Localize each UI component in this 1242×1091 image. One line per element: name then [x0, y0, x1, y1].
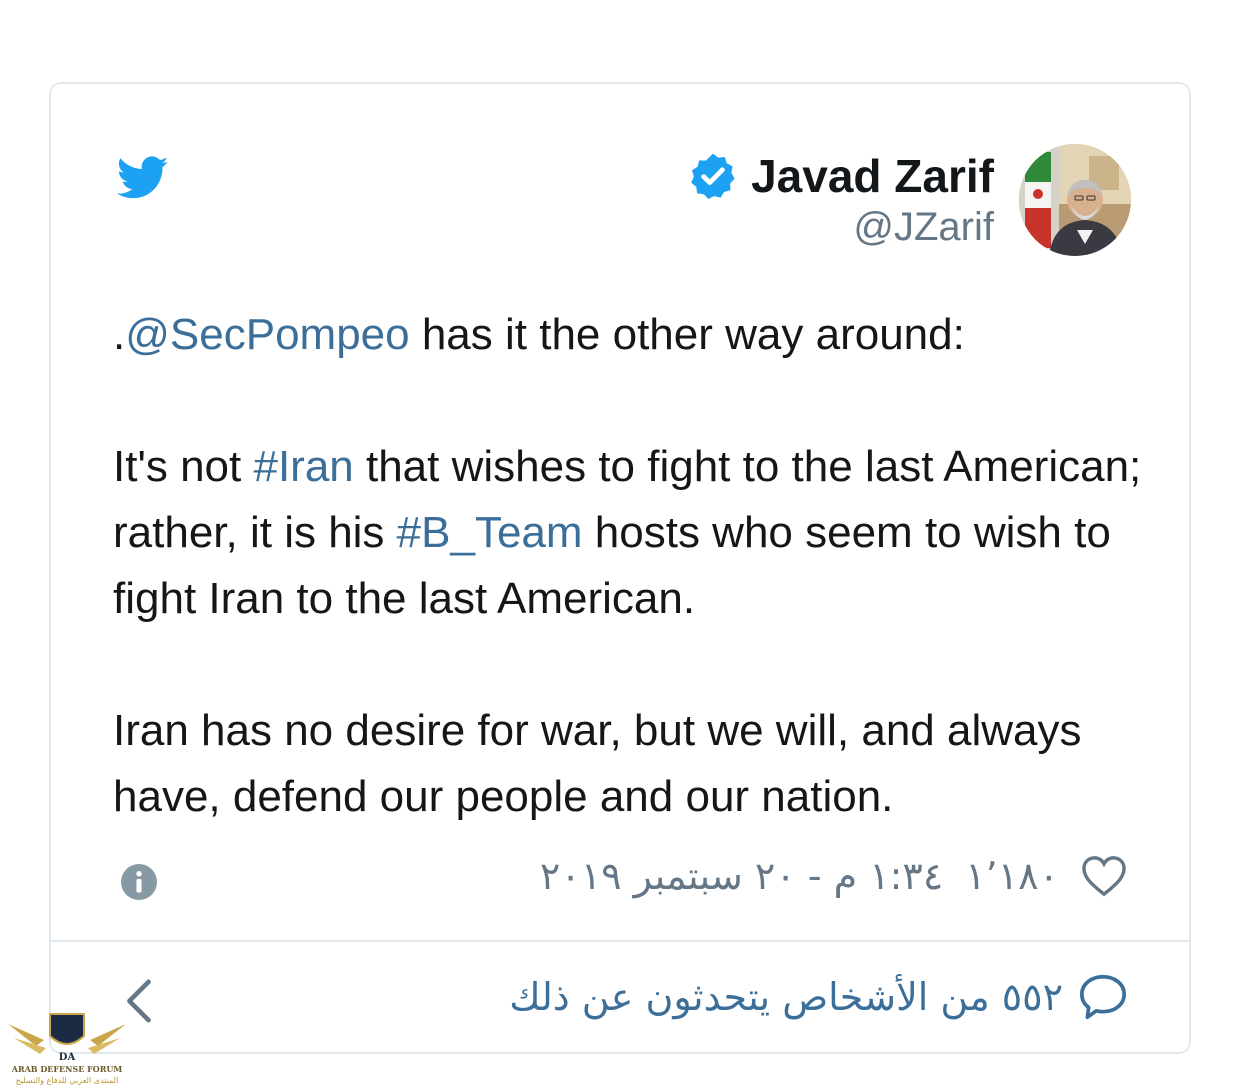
- tweet-paragraph-3: Iran has no desire for war, but we will,…: [113, 706, 1082, 821]
- tweet-timestamp[interactable]: ١:٣٤ م - ٢٠ سبتمبر ٢٠١٩: [540, 854, 943, 898]
- people-talking-label[interactable]: ٥٥٢ من الأشخاص يتحدثون عن ذلك: [509, 975, 1063, 1019]
- tweet-text-segment: has it the other way around:: [409, 310, 965, 359]
- conversation-row[interactable]: ٥٥٢ من الأشخاص يتحدثون عن ذلك: [113, 968, 1127, 1038]
- hashtag-iran[interactable]: #Iran: [253, 442, 353, 491]
- verified-badge-icon: [691, 153, 735, 199]
- author-name[interactable]: Javad Zarif: [751, 150, 994, 202]
- watermark-text-en: ARAB DEFENSE FORUM: [11, 1064, 123, 1074]
- tweet-text-segment: It's not: [113, 442, 254, 491]
- tweet-paragraph-2: It's not #Iran that wishes to fight to t…: [113, 434, 1153, 632]
- speech-bubble-icon[interactable]: [1079, 974, 1127, 1020]
- tweet-paragraph-1: .@SecPompeo has it the other way around:: [113, 302, 1153, 368]
- watermark-logo: DA ARAB DEFENSE FORUM المنتدى العربي للد…: [6, 1002, 126, 1088]
- tweet-meta-row: ١:٣٤ م - ٢٠ سبتمبر ٢٠١٩ ١٬١٨٠: [113, 854, 1127, 910]
- watermark-emblem: DA: [8, 1013, 126, 1063]
- divider: [51, 940, 1189, 942]
- avatar[interactable]: [1019, 144, 1131, 256]
- tweet-text-prefix: .: [113, 310, 126, 359]
- watermark-text-ar: المنتدى العربي للدفاع والتسليح: [15, 1076, 119, 1085]
- mention-secpompeo[interactable]: @SecPompeo: [125, 310, 409, 359]
- like-count: ١٬١٨٠: [965, 854, 1059, 898]
- hashtag-b-team[interactable]: #B_Team: [397, 508, 583, 557]
- tweet-card[interactable]: Javad Zarif @JZarif .@SecPompeo has it t…: [49, 82, 1191, 1054]
- author-handle[interactable]: @JZarif: [689, 204, 994, 250]
- info-icon[interactable]: [121, 864, 157, 900]
- twitter-bird-icon[interactable]: [117, 156, 169, 200]
- author-block[interactable]: Javad Zarif @JZarif: [689, 150, 994, 250]
- watermark-logo-text: DA: [59, 1052, 76, 1063]
- heart-icon[interactable]: [1081, 855, 1127, 897]
- people-talking-link[interactable]: ٥٥٢ من الأشخاص يتحدثون عن ذلك: [509, 974, 1127, 1020]
- tweet-text: .@SecPompeo has it the other way around:…: [113, 302, 1153, 830]
